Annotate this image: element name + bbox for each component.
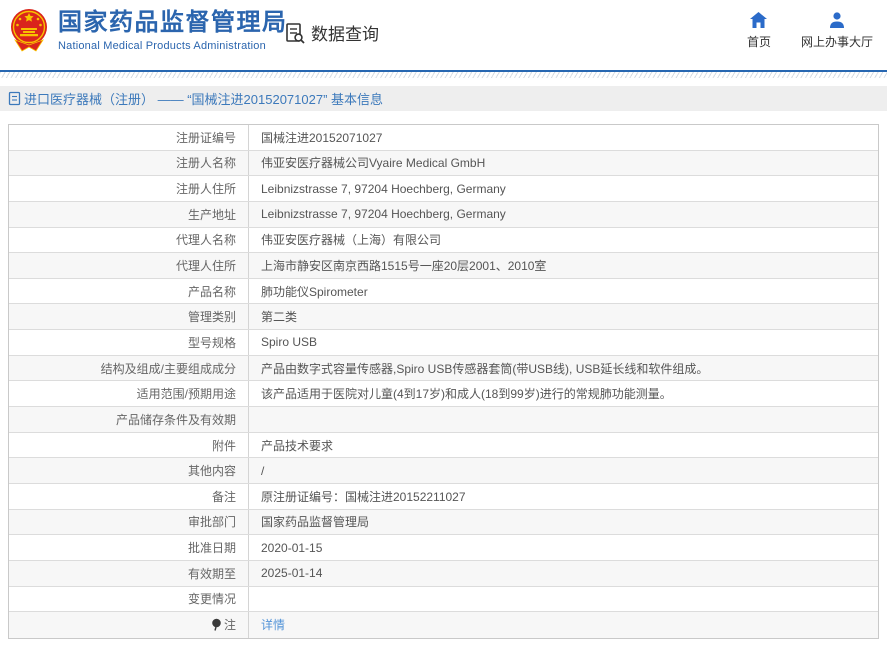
table-row: 产品名称肺功能仪Spirometer bbox=[9, 279, 878, 305]
table-row: 审批部门国家药品监督管理局 bbox=[9, 510, 878, 536]
row-value: 国械注进20152071027 bbox=[249, 125, 878, 150]
org-name-en: National Medical Products Administration bbox=[58, 40, 288, 52]
details-link[interactable]: 详情 bbox=[261, 616, 285, 633]
row-label: 变更情况 bbox=[9, 587, 249, 612]
table-row: 代理人住所上海市静安区南京西路1515号一座20层2001、2010室 bbox=[9, 253, 878, 279]
registration-info-table: 注册证编号国械注进20152071027 注册人名称伟亚安医疗器械公司Vyair… bbox=[8, 124, 879, 639]
table-row: 附件产品技术要求 bbox=[9, 433, 878, 459]
row-label: 代理人名称 bbox=[9, 228, 249, 253]
row-label: 生产地址 bbox=[9, 202, 249, 227]
page-header: 国家药品监督管理局 National Medical Products Admi… bbox=[0, 0, 887, 72]
row-label: 注册人住所 bbox=[9, 176, 249, 201]
row-value: 该产品适用于医院对儿童(4到17岁)和成人(18到99岁)进行的常规肺功能测量。 bbox=[249, 381, 878, 406]
row-label: 批准日期 bbox=[9, 535, 249, 560]
nav-service-hall-label: 网上办事大厅 bbox=[801, 33, 873, 50]
table-row: 批准日期2020-01-15 bbox=[9, 535, 878, 561]
table-row: 备注原注册证编号：国械注进20152211027 bbox=[9, 484, 878, 510]
row-value: 2025-01-14 bbox=[249, 561, 878, 586]
row-label: 有效期至 bbox=[9, 561, 249, 586]
row-label: 注册证编号 bbox=[9, 125, 249, 150]
row-label: 管理类别 bbox=[9, 304, 249, 329]
national-emblem-logo bbox=[10, 6, 48, 53]
breadcrumb-bar: 进口医疗器械（注册） —— “国械注进20152071027” 基本信息 bbox=[0, 86, 887, 111]
org-name-cn: 国家药品监督管理局 bbox=[58, 9, 288, 37]
table-row: 变更情况 bbox=[9, 587, 878, 613]
row-value: Leibnizstrasse 7, 97204 Hoechberg, Germa… bbox=[249, 176, 878, 201]
row-value: 伟亚安医疗器械（上海）有限公司 bbox=[249, 228, 878, 253]
nav-home-label: 首页 bbox=[747, 33, 771, 50]
row-value: / bbox=[249, 458, 878, 483]
document-search-icon bbox=[283, 21, 307, 45]
breadcrumb: 进口医疗器械（注册） —— “国械注进20152071027” 基本信息 bbox=[24, 89, 383, 108]
row-value: 第二类 bbox=[249, 304, 878, 329]
row-label: 结构及组成/主要组成成分 bbox=[9, 356, 249, 381]
row-value: 上海市静安区南京西路1515号一座20层2001、2010室 bbox=[249, 253, 878, 278]
data-query-tab[interactable]: 数据查询 bbox=[283, 20, 379, 45]
org-title-block: 国家药品监督管理局 National Medical Products Admi… bbox=[58, 9, 288, 52]
row-value: 原注册证编号：国械注进20152211027 bbox=[249, 484, 878, 509]
table-row: 其他内容/ bbox=[9, 458, 878, 484]
row-label: 适用范围/预期用途 bbox=[9, 381, 249, 406]
row-label: 其他内容 bbox=[9, 458, 249, 483]
table-row: 管理类别第二类 bbox=[9, 304, 878, 330]
table-row: 注册人住所Leibnizstrasse 7, 97204 Hoechberg, … bbox=[9, 176, 878, 202]
row-value: 伟亚安医疗器械公司Vyaire Medical GmbH bbox=[249, 151, 878, 176]
table-row: 代理人名称伟亚安医疗器械（上海）有限公司 bbox=[9, 228, 878, 254]
note-label: 注 bbox=[224, 616, 236, 633]
row-label: 注 bbox=[9, 612, 249, 638]
row-label: 注册人名称 bbox=[9, 151, 249, 176]
row-value: 国家药品监督管理局 bbox=[249, 510, 878, 535]
header-hatch-divider bbox=[0, 72, 887, 78]
row-label: 产品名称 bbox=[9, 279, 249, 304]
nav-item-service-hall[interactable]: 网上办事大厅 bbox=[801, 11, 873, 50]
row-value: 肺功能仪Spirometer bbox=[249, 279, 878, 304]
table-row: 生产地址Leibnizstrasse 7, 97204 Hoechberg, G… bbox=[9, 202, 878, 228]
row-value bbox=[249, 587, 878, 612]
row-value: 产品由数字式容量传感器,Spiro USB传感器套筒(带USB线), USB延长… bbox=[249, 356, 878, 381]
pin-icon bbox=[211, 618, 222, 631]
person-icon bbox=[828, 11, 846, 29]
row-label: 备注 bbox=[9, 484, 249, 509]
table-row: 结构及组成/主要组成成分产品由数字式容量传感器,Spiro USB传感器套筒(带… bbox=[9, 356, 878, 382]
row-value: Spiro USB bbox=[249, 330, 878, 355]
home-icon bbox=[749, 11, 768, 29]
nav-item-home[interactable]: 首页 bbox=[747, 11, 771, 50]
row-value: 详情 bbox=[249, 612, 878, 638]
table-row: 型号规格Spiro USB bbox=[9, 330, 878, 356]
row-value: Leibnizstrasse 7, 97204 Hoechberg, Germa… bbox=[249, 202, 878, 227]
row-value: 产品技术要求 bbox=[249, 433, 878, 458]
data-query-label: 数据查询 bbox=[311, 20, 379, 45]
table-row: 适用范围/预期用途该产品适用于医院对儿童(4到17岁)和成人(18到99岁)进行… bbox=[9, 381, 878, 407]
row-label: 产品储存条件及有效期 bbox=[9, 407, 249, 432]
table-row: 有效期至2025-01-14 bbox=[9, 561, 878, 587]
row-value: 2020-01-15 bbox=[249, 535, 878, 560]
row-value bbox=[249, 407, 878, 432]
table-row: 注册证编号国械注进20152071027 bbox=[9, 125, 878, 151]
table-row: 注册人名称伟亚安医疗器械公司Vyaire Medical GmbH bbox=[9, 151, 878, 177]
table-row: 产品储存条件及有效期 bbox=[9, 407, 878, 433]
document-icon bbox=[8, 91, 21, 106]
table-row-note: 注 详情 bbox=[9, 612, 878, 638]
top-nav: 首页 网上办事大厅 bbox=[747, 11, 873, 50]
row-label: 型号规格 bbox=[9, 330, 249, 355]
row-label: 附件 bbox=[9, 433, 249, 458]
row-label: 审批部门 bbox=[9, 510, 249, 535]
row-label: 代理人住所 bbox=[9, 253, 249, 278]
